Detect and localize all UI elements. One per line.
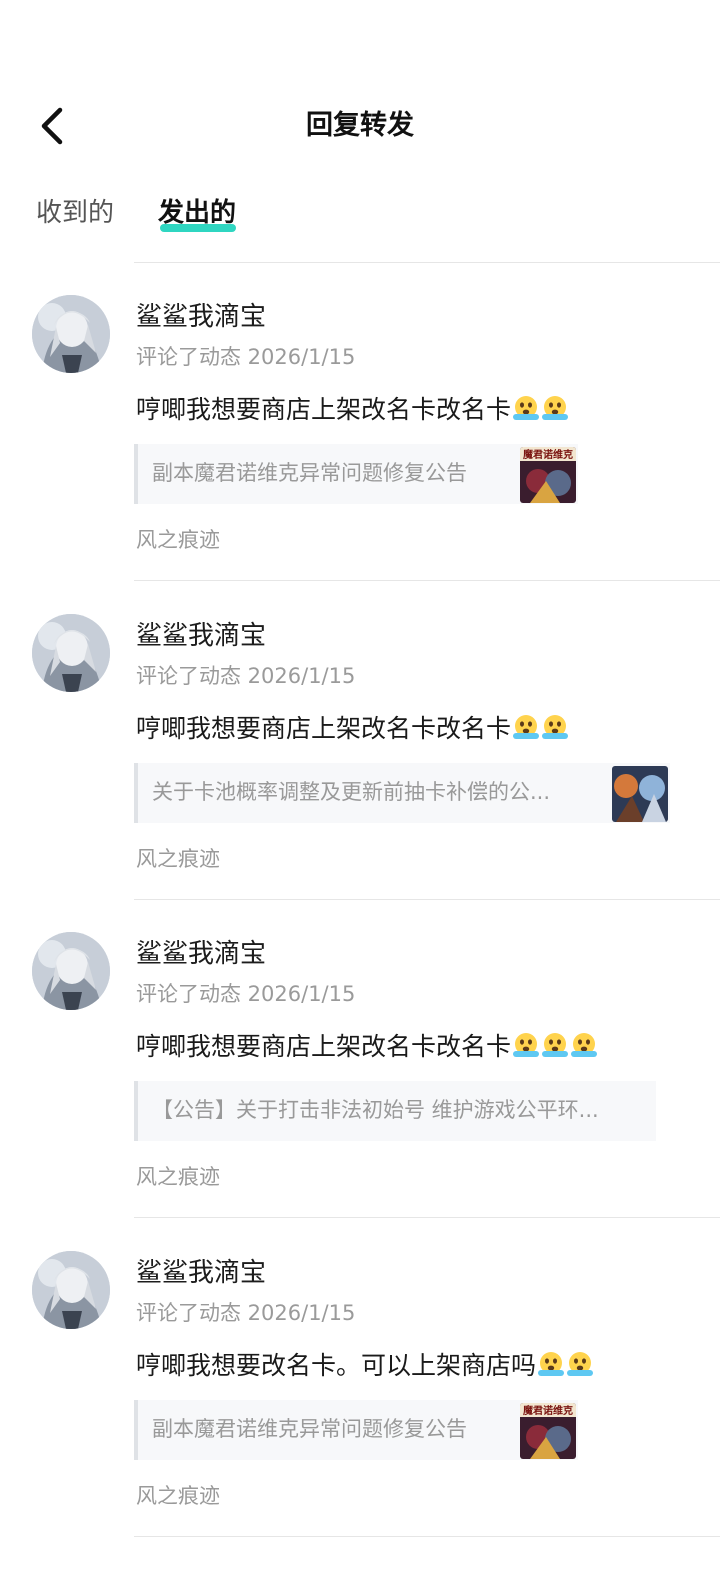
comment-meta: 评论了动态 2026/1/15 [136, 345, 356, 369]
avatar[interactable] [32, 614, 110, 692]
user-name[interactable]: 鲨鲨我滴宝 [136, 299, 266, 335]
top-bar: 回复转发 [0, 0, 720, 180]
comment-body: 哼唧我想要商店上架改名卡改名卡 [136, 714, 512, 743]
crying-face-icon [566, 1350, 594, 1378]
post-thumbnail [612, 766, 668, 822]
list-item[interactable]: 鲨鲨我滴宝评论了动态 2026/1/15 哼唧我想要商店上架改名卡改名卡【公告】关… [0, 900, 720, 1218]
user-name[interactable]: 鲨鲨我滴宝 [136, 936, 266, 972]
tab-sent[interactable]: 发出的 [158, 190, 236, 236]
avatar[interactable] [32, 295, 110, 373]
source-name: 风之痕迹 [136, 528, 220, 552]
comment-meta: 评论了动态 2026/1/15 [136, 664, 356, 688]
crying-face-icon [541, 1031, 569, 1059]
comment-text: 哼唧我想要商店上架改名卡改名卡 [136, 1028, 598, 1066]
comment-body: 哼唧我想要商店上架改名卡改名卡 [136, 1032, 512, 1061]
svg-text:魔君诺维克: 魔君诺维克 [523, 1404, 573, 1417]
crying-face-icon [512, 1031, 540, 1059]
source-name: 风之痕迹 [136, 1165, 220, 1189]
quoted-post-title: 关于卡池概率调整及更新前抽卡补偿的公... [152, 780, 551, 804]
quoted-post-title: 副本魔君诺维克异常问题修复公告 [152, 461, 467, 485]
comment-meta: 评论了动态 2026/1/15 [136, 982, 356, 1006]
divider [134, 580, 720, 581]
list-item[interactable]: 鲨鲨我滴宝评论了动态 2026/1/15 哼唧我想要改名卡。可以上架商店吗副本魔君… [0, 1219, 720, 1537]
user-name[interactable]: 鲨鲨我滴宝 [136, 618, 266, 654]
avatar[interactable] [32, 1251, 110, 1329]
comment-meta: 评论了动态 2026/1/15 [136, 1301, 356, 1325]
comment-body: 哼唧我想要商店上架改名卡改名卡 [136, 395, 512, 424]
crying-face-icon [570, 1031, 598, 1059]
crying-face-icon [537, 1350, 565, 1378]
quoted-post[interactable]: 副本魔君诺维克异常问题修复公告 魔君诺维克 [134, 444, 578, 504]
crying-face-icon [541, 394, 569, 422]
source-name: 风之痕迹 [136, 847, 220, 871]
comment-body: 哼唧我想要改名卡。可以上架商店吗 [136, 1351, 537, 1380]
quoted-post-title: 【公告】关于打击非法初始号 维护游戏公平环... [152, 1098, 599, 1122]
avatar[interactable] [32, 932, 110, 1010]
user-name[interactable]: 鲨鲨我滴宝 [136, 1255, 266, 1291]
comment-text: 哼唧我想要商店上架改名卡改名卡 [136, 710, 569, 748]
comment-text: 哼唧我想要改名卡。可以上架商店吗 [136, 1347, 594, 1385]
quoted-post[interactable]: 关于卡池概率调整及更新前抽卡补偿的公... [134, 763, 670, 823]
tab-received[interactable]: 收到的 [36, 190, 114, 236]
post-thumbnail: 魔君诺维克 [520, 447, 576, 503]
quoted-post-title: 副本魔君诺维克异常问题修复公告 [152, 1417, 467, 1441]
divider [134, 1217, 720, 1218]
list-item[interactable]: 鲨鲨我滴宝评论了动态 2026/1/15 哼唧我想要商店上架改名卡改名卡副本魔君诺… [0, 263, 720, 581]
crying-face-icon [512, 713, 540, 741]
list-item[interactable]: 鲨鲨我滴宝评论了动态 2026/1/15 哼唧我想要商店上架改名卡改名卡关于卡池概… [0, 582, 720, 900]
source-name: 风之痕迹 [136, 1484, 220, 1508]
page-title: 回复转发 [306, 110, 414, 141]
comment-text: 哼唧我想要商店上架改名卡改名卡 [136, 391, 569, 429]
crying-face-icon [541, 713, 569, 741]
divider [134, 1536, 720, 1537]
quoted-post[interactable]: 副本魔君诺维克异常问题修复公告 魔君诺维克 [134, 1400, 578, 1460]
svg-text:魔君诺维克: 魔君诺维克 [523, 448, 573, 461]
post-thumbnail: 魔君诺维克 [520, 1403, 576, 1459]
crying-face-icon [512, 394, 540, 422]
quoted-post[interactable]: 【公告】关于打击非法初始号 维护游戏公平环... [134, 1081, 656, 1141]
